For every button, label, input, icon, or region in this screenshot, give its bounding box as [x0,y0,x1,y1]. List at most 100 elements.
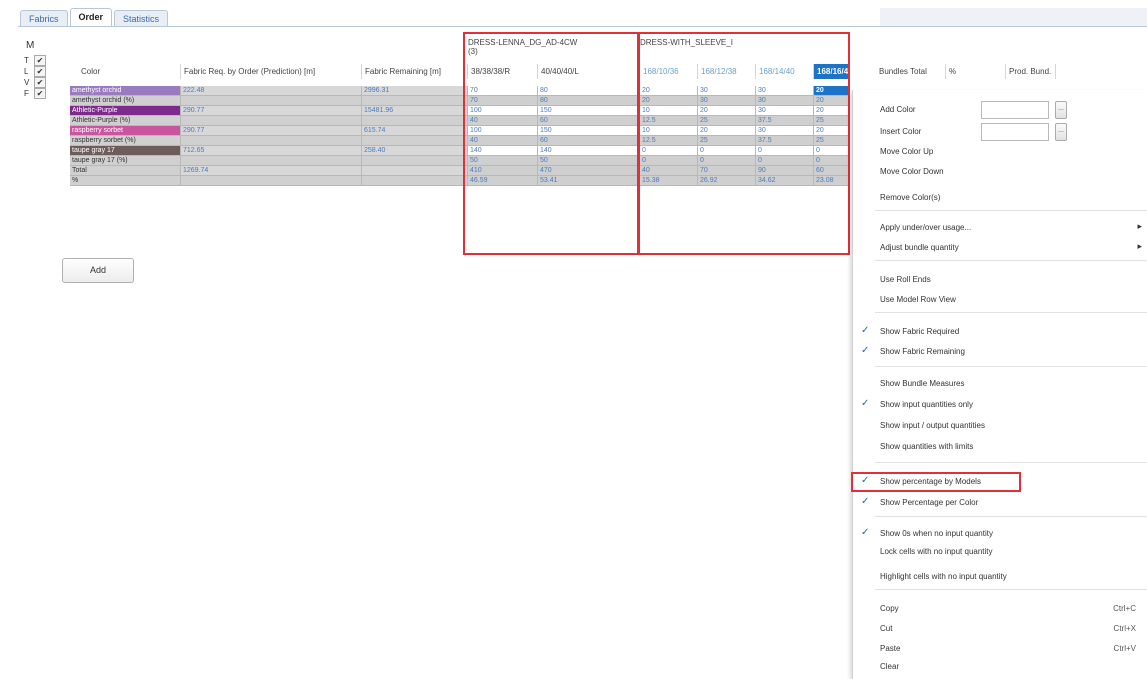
grid-cell[interactable] [181,116,362,126]
tab-order[interactable]: Order [69,8,113,27]
grid-cell[interactable]: 26.92 [698,176,756,186]
ellipsis-button[interactable]: ... [1055,123,1067,141]
menu-item[interactable]: Add Color... [853,100,1147,120]
grid-cell[interactable]: 140 [538,146,640,156]
grid-cell[interactable]: 60 [538,116,640,126]
grid-cell[interactable]: 0 [756,146,814,156]
menu-item[interactable]: Insert Color... [853,122,1147,142]
color-name-cell[interactable]: Athletic-Purple (%) [70,116,181,126]
column-header[interactable]: Fabric Req. by Order (Prediction) [m] [181,64,362,79]
grid-cell[interactable]: 290.77 [181,106,362,116]
column-header[interactable]: 168/14/40 [756,64,814,79]
grid-cell[interactable]: 50 [538,156,640,166]
grid-cell[interactable] [362,176,468,186]
menu-item[interactable]: ✓ Show Fabric Required [853,322,1147,342]
menu-item[interactable]: Cut Ctrl+X [853,619,1147,639]
ellipsis-button[interactable]: ... [1055,101,1067,119]
size-checkbox[interactable]: ✔ [34,55,46,66]
menu-item[interactable]: ✓ Show Percentage per Color [853,493,1147,513]
column-header[interactable]: 168/12/38 [698,64,756,79]
tab-statistics[interactable]: Statistics [114,10,169,27]
grid-cell[interactable]: 23.08 [814,176,850,186]
tab-fabrics[interactable]: Fabrics [20,10,68,27]
grid-cell[interactable] [181,176,362,186]
size-checkbox[interactable]: ✔ [34,66,46,77]
menu-item[interactable]: Adjust bundle quantity ▸ [853,238,1147,258]
grid-cell[interactable]: 25 [814,136,850,146]
grid-cell[interactable]: 15481.96 [362,106,468,116]
menu-item[interactable]: ✓ Show 0s when no input quantity [853,524,1147,544]
column-header[interactable]: Bundles Total [876,64,946,79]
grid-cell[interactable]: 20 [698,126,756,136]
color-name-cell[interactable]: raspberry sorbet [70,126,181,136]
grid-cell[interactable]: 80 [538,86,640,96]
grid-cell[interactable]: 290.77 [181,126,362,136]
color-name-cell[interactable]: amethyst orchid [70,86,181,96]
size-checkbox[interactable]: ✔ [34,77,46,88]
grid-cell[interactable]: 40 [640,166,698,176]
color-name-cell[interactable]: taupe gray 17 [70,146,181,156]
color-name-cell[interactable]: Athletic-Purple [70,106,181,116]
grid-cell[interactable]: 50 [468,156,538,166]
grid-cell[interactable] [181,96,362,106]
grid-cell[interactable]: 0 [640,156,698,166]
grid-cell[interactable]: 46.59 [468,176,538,186]
color-picker-box[interactable] [981,123,1049,141]
grid-cell[interactable]: 10 [640,126,698,136]
grid-cell[interactable]: 712.65 [181,146,362,156]
grid-cell[interactable]: 100 [468,106,538,116]
grid-cell[interactable]: 25 [814,116,850,126]
grid-cell[interactable]: 12.5 [640,136,698,146]
column-header[interactable]: 38/38/38/R [468,64,538,79]
menu-item[interactable]: Use Model Row View [853,290,1147,310]
grid-cell[interactable]: 25 [698,116,756,126]
grid-cell[interactable]: 410 [468,166,538,176]
grid-cell[interactable]: 20 [698,106,756,116]
grid-cell[interactable] [362,156,468,166]
column-header[interactable]: 40/40/40/L [538,64,640,79]
grid-cell[interactable]: 60 [538,136,640,146]
grid-cell[interactable]: 25 [698,136,756,146]
grid-cell[interactable]: 100 [468,126,538,136]
grid-cell[interactable]: 20 [814,96,850,106]
menu-item[interactable]: Clear [853,657,1147,677]
grid-cell[interactable]: 20 [814,126,850,136]
grid-cell[interactable]: 470 [538,166,640,176]
menu-item[interactable]: Move Color Down [853,162,1147,182]
grid-cell[interactable]: 20 [640,96,698,106]
grid-cell[interactable]: 15.38 [640,176,698,186]
grid-cell[interactable]: 1269.74 [181,166,362,176]
grid-cell[interactable] [362,136,468,146]
grid-cell[interactable]: 12.5 [640,116,698,126]
grid-cell[interactable]: 40 [468,116,538,126]
column-header[interactable]: Prod. Bund. [1006,64,1056,79]
grid-cell[interactable]: 2996.31 [362,86,468,96]
menu-item[interactable]: ✓ Show input quantities only [853,395,1147,415]
menu-item[interactable]: Paste Ctrl+V [853,639,1147,659]
color-name-cell[interactable]: raspberry sorbet (%) [70,136,181,146]
menu-item[interactable]: Show Bundle Measures [853,374,1147,394]
grid-cell[interactable]: 80 [538,96,640,106]
grid-cell[interactable]: 30 [756,96,814,106]
grid-cell[interactable] [362,166,468,176]
grid-cell[interactable]: 70 [698,166,756,176]
column-header[interactable]: Color [78,64,181,79]
grid-cell[interactable]: 30 [698,86,756,96]
column-header[interactable]: 168/16/42 [814,64,850,79]
menu-item[interactable]: Copy Ctrl+C [853,599,1147,619]
grid-cell[interactable]: 37.5 [756,136,814,146]
menu-item[interactable]: Move Color Up [853,142,1147,162]
grid-cell[interactable]: 20 [814,86,850,96]
grid-cell[interactable]: 30 [698,96,756,106]
grid-cell[interactable]: 53.41 [538,176,640,186]
grid-cell[interactable]: 0 [814,156,850,166]
grid-cell[interactable]: 70 [468,96,538,106]
grid-cell[interactable]: 90 [756,166,814,176]
grid-cell[interactable]: 615.74 [362,126,468,136]
color-name-cell[interactable]: % [70,176,181,186]
menu-item[interactable]: Lock cells with no input quantity [853,542,1147,562]
grid-cell[interactable]: 222.48 [181,86,362,96]
grid-cell[interactable]: 30 [756,106,814,116]
grid-cell[interactable]: 40 [468,136,538,146]
grid-cell[interactable]: 37.5 [756,116,814,126]
